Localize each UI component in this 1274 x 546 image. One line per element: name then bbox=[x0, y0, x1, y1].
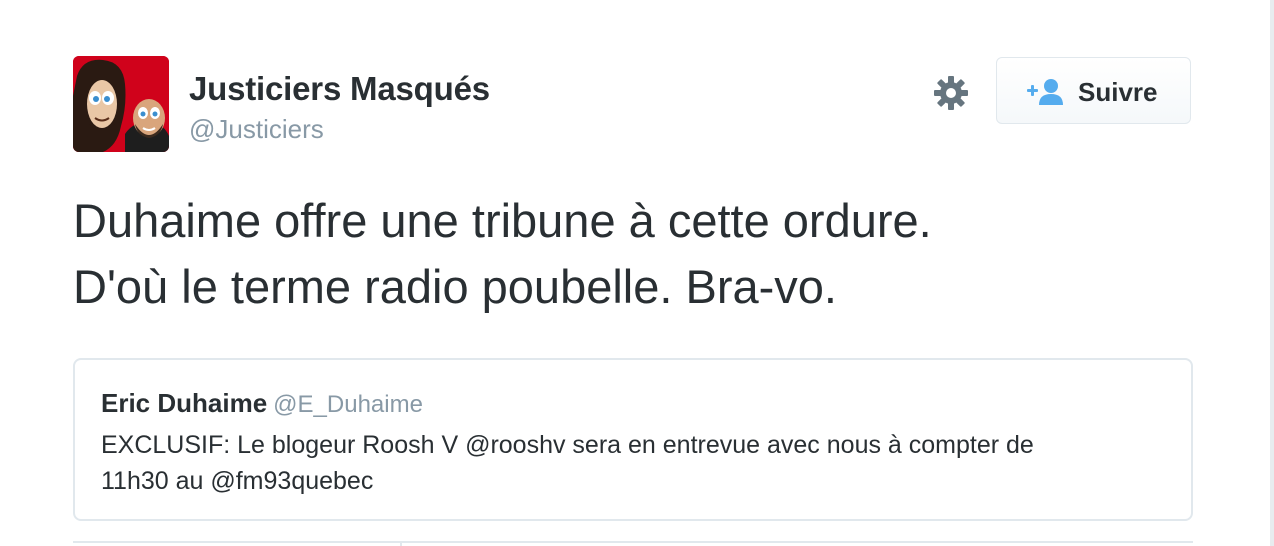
quoted-tweet-text: EXCLUSIF: Le blogeur Roosh V @rooshv ser… bbox=[101, 427, 1161, 499]
author-handle[interactable]: @Justiciers bbox=[189, 114, 324, 145]
tweet-text-line: D'où le terme radio poubelle. Bra-vo. bbox=[73, 260, 837, 313]
quoted-tweet-header: Eric Duhaime @E_Duhaime bbox=[101, 388, 423, 419]
quoted-tweet[interactable]: Eric Duhaime @E_Duhaime EXCLUSIF: Le blog… bbox=[73, 358, 1193, 521]
gear-icon[interactable] bbox=[932, 74, 970, 112]
tweet-divider bbox=[73, 541, 1193, 543]
author-name[interactable]: Justiciers Masqués bbox=[189, 70, 490, 108]
author-avatar[interactable] bbox=[73, 56, 169, 152]
quoted-author-handle: @E_Duhaime bbox=[273, 391, 423, 418]
quoted-author-name: Eric Duhaime bbox=[101, 388, 268, 418]
follow-button[interactable]: Suivre bbox=[996, 57, 1191, 124]
avatar-caricature-image bbox=[73, 56, 169, 152]
window-edge bbox=[1270, 0, 1274, 546]
follow-person-plus-icon bbox=[1027, 77, 1065, 107]
divider-tick bbox=[400, 541, 402, 546]
quoted-tweet-text-line: 11h30 au @fm93quebec bbox=[101, 467, 374, 495]
tweet-text-line: Duhaime offre une tribune à cette ordure… bbox=[73, 194, 932, 247]
quoted-tweet-text-line: EXCLUSIF: Le blogeur Roosh V @rooshv ser… bbox=[101, 431, 1034, 459]
follow-button-label: Suivre bbox=[1078, 77, 1158, 107]
tweet-card: Justiciers Masqués @Justiciers Suivre Du… bbox=[0, 0, 1274, 546]
tweet-text: Duhaime offre une tribune à cette ordure… bbox=[73, 188, 1193, 320]
